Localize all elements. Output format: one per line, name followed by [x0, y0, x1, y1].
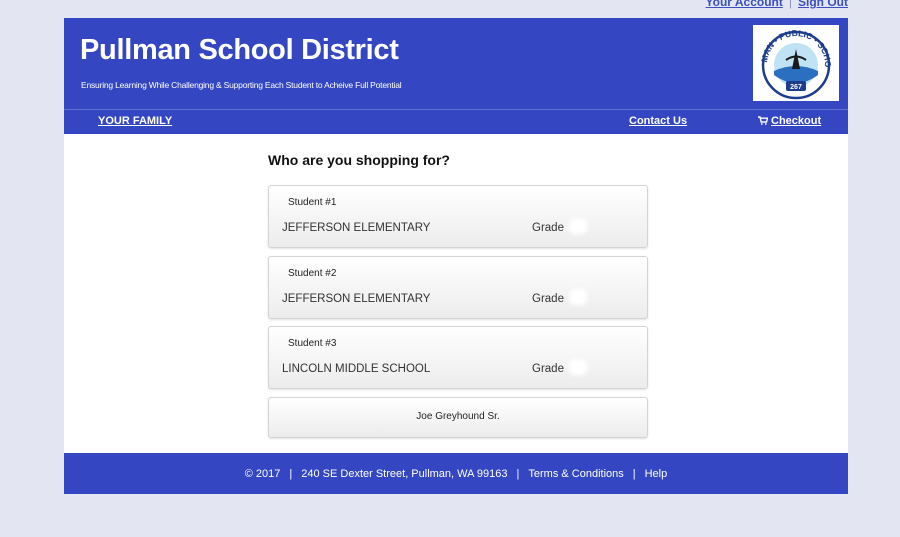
your-account-link[interactable]: Your Account — [706, 0, 783, 9]
account-links-separator: | — [788, 0, 792, 9]
student-grade-label: Grade — [532, 363, 564, 375]
nav-checkout[interactable]: Checkout — [758, 115, 821, 127]
student-school: JEFFERSON ELEMENTARY — [282, 293, 431, 305]
site-header: Pullman School District Ensuring Learnin… — [64, 17, 848, 109]
site-tagline: Ensuring Learning While Challenging & Su… — [81, 80, 402, 90]
main-nav: YOUR FAMILY Contact Us Checkout — [64, 110, 848, 134]
site-footer: © 2017 | 240 SE Dexter Street, Pullman, … — [64, 453, 848, 494]
footer-separator: | — [516, 467, 520, 480]
student-grade-label: Grade — [532, 293, 564, 305]
logo-number: 267 — [790, 84, 802, 91]
student-card-3[interactable]: Student #3 LINCOLN MIDDLE SCHOOL Grade — [268, 326, 648, 389]
footer-address: 240 SE Dexter Street, Pullman, WA 99163 — [301, 467, 508, 480]
account-links: Your Account | Sign Out — [706, 0, 848, 9]
site-title: Pullman School District — [80, 34, 399, 66]
footer-separator: | — [632, 467, 636, 480]
cart-icon — [758, 116, 769, 125]
student-label: Student #3 — [288, 338, 337, 349]
student-label: Student #2 — [288, 268, 337, 279]
parent-card[interactable]: Joe Greyhound Sr. — [268, 397, 648, 438]
footer-copyright: © 2017 — [244, 467, 281, 480]
nav-contact-us[interactable]: Contact Us — [629, 115, 687, 127]
parent-name: Joe Greyhound Sr. — [416, 411, 500, 422]
pullman-public-schools-seal-icon: PULLMAN • PUBLIC • SCHOOLS 267 — [750, 17, 833, 100]
district-logo[interactable]: PULLMAN • PUBLIC • SCHOOLS 267 — [750, 17, 839, 101]
student-card-2[interactable]: Student #2 JEFFERSON ELEMENTARY Grade — [268, 256, 648, 319]
grade-redaction — [569, 218, 587, 234]
nav-your-family[interactable]: YOUR FAMILY — [98, 115, 172, 127]
footer-separator: | — [289, 467, 293, 480]
student-school: JEFFERSON ELEMENTARY — [282, 222, 431, 234]
grade-redaction — [569, 359, 587, 375]
nav-checkout-label: Checkout — [771, 115, 822, 127]
student-grade-label: Grade — [532, 222, 564, 234]
student-school: LINCOLN MIDDLE SCHOOL — [282, 363, 431, 375]
student-label: Student #1 — [288, 197, 337, 208]
grade-redaction — [569, 289, 587, 305]
student-card-1[interactable]: Student #1 JEFFERSON ELEMENTARY Grade — [268, 185, 648, 248]
sign-out-link[interactable]: Sign Out — [798, 0, 848, 9]
footer-terms-link[interactable]: Terms & Conditions — [528, 468, 623, 480]
page-frame: Pullman School District Ensuring Learnin… — [64, 17, 848, 494]
footer-help-link[interactable]: Help — [645, 468, 668, 480]
shopping-for-heading: Who are you shopping for? — [268, 152, 450, 168]
